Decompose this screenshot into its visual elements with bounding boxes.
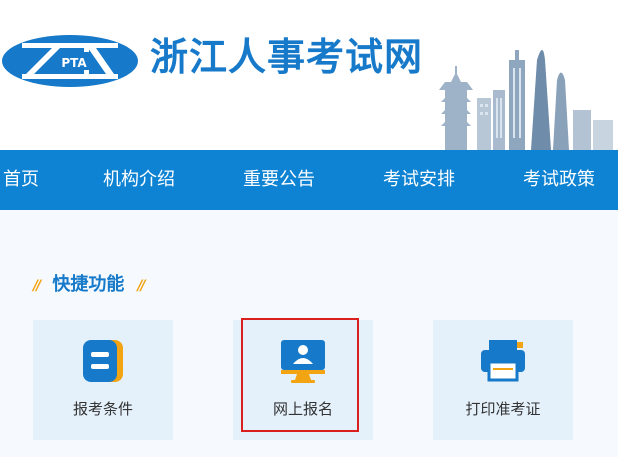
nav-item-exam-policy[interactable]: 考试政策: [523, 150, 595, 210]
nav-item-about[interactable]: 机构介绍: [103, 150, 175, 210]
nav-item-exam-schedule[interactable]: 考试安排: [383, 150, 455, 210]
card-online-registration[interactable]: 网上报名: [233, 320, 373, 440]
quick-functions-section: // 快捷功能 // 报考条件 网上报名 打印准考证: [0, 210, 618, 457]
pta-logo[interactable]: PTA: [0, 33, 140, 93]
site-title[interactable]: 浙江人事考试网: [150, 30, 423, 84]
card-print-admission-ticket[interactable]: 打印准考证: [433, 320, 573, 440]
city-skyline-illustration: [439, 50, 613, 150]
card-label: 网上报名: [272, 400, 333, 418]
slash-decoration-right: //: [137, 278, 145, 294]
card-exam-requirements[interactable]: 报考条件: [33, 320, 173, 440]
site-header: PTA 浙江人事考试网: [0, 0, 618, 150]
monitor-user-icon: [281, 340, 325, 383]
card-label: 报考条件: [72, 400, 133, 418]
nav-item-announcements[interactable]: 重要公告: [243, 150, 315, 210]
section-heading: // 快捷功能 //: [33, 270, 146, 300]
printer-icon: [481, 340, 525, 382]
slash-decoration-left: //: [33, 278, 41, 294]
main-nav: 首页 机构介绍 重要公告 考试安排 考试政策: [0, 150, 618, 210]
logo-text: PTA: [61, 56, 87, 70]
card-label: 打印准考证: [465, 400, 541, 418]
section-title-text: 快捷功能: [52, 274, 125, 295]
document-8-icon: [83, 340, 123, 382]
nav-item-home[interactable]: 首页: [3, 150, 39, 210]
